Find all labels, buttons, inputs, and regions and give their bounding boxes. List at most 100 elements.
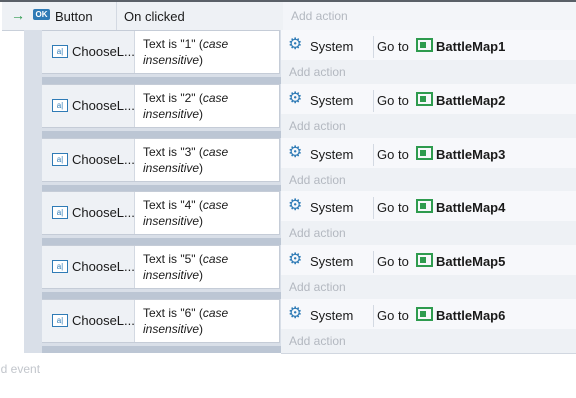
root-actions[interactable]: Add action: [283, 2, 576, 31]
action-row[interactable]: ⚙ System Go to BattleMap2: [281, 83, 576, 114]
sub-event-condition[interactable]: a| ChooseL... Text is "3" (case insensit…: [24, 137, 281, 192]
gear-icon: ⚙: [288, 251, 303, 269]
layout-icon: [416, 38, 433, 52]
action-target[interactable]: BattleMap6: [436, 308, 505, 323]
layout-icon: [416, 253, 433, 268]
condition-text-prefix: Text is "1" (: [143, 37, 203, 51]
condition-text-suffix: ): [199, 268, 204, 283]
action-object-label: System: [310, 39, 354, 54]
gear-icon: ⚙: [288, 89, 303, 107]
layout-icon: [416, 145, 433, 160]
condition-text-suffix: ): [199, 106, 204, 121]
action-object-label: System: [310, 200, 354, 216]
sub-event[interactable]: a| ChooseL... Text is "4" (case insensit…: [24, 191, 576, 247]
add-action-link[interactable]: Add action: [289, 280, 346, 294]
condition-object[interactable]: a| ChooseL...: [42, 138, 135, 181]
sub-event-condition[interactable]: a| ChooseL... Text is "4" (case insensit…: [24, 191, 281, 246]
action-object-label: System: [310, 308, 354, 323]
sub-event-actions[interactable]: ⚙ System Go to BattleMap6 Add action: [281, 299, 576, 354]
action-object[interactable]: ⚙ System: [287, 305, 374, 327]
textbox-icon: a|: [52, 45, 68, 58]
sub-event-actions[interactable]: ⚙ System Go to BattleMap5 Add action: [281, 245, 576, 301]
condition-block[interactable]: a| ChooseL... Text is "1" (case insensit…: [42, 30, 280, 74]
textbox-icon: a|: [52, 206, 68, 220]
add-action-link[interactable]: Add action: [289, 334, 346, 348]
textbox-icon: a|: [52, 152, 68, 166]
sub-event-actions[interactable]: ⚙ System Go to BattleMap4 Add action: [281, 191, 576, 247]
action-target[interactable]: BattleMap4: [436, 200, 505, 215]
condition-block[interactable]: a| ChooseL... Text is "4" (case insensit…: [42, 191, 280, 236]
sub-event-actions[interactable]: ⚙ System Go to BattleMap1 Add action: [281, 30, 576, 85]
condition-text[interactable]: Text is "1" (case insensitive): [143, 36, 278, 68]
sub-event[interactable]: a| ChooseL... Text is "3" (case insensit…: [24, 137, 576, 193]
condition-block[interactable]: a| ChooseL... Text is "6" (case insensit…: [42, 299, 280, 343]
add-action-link[interactable]: Add action: [291, 9, 348, 23]
sub-event[interactable]: a| ChooseL... Text is "6" (case insensit…: [24, 299, 576, 354]
action-object-label: System: [310, 146, 354, 162]
action-object[interactable]: ⚙ System: [287, 143, 374, 166]
action-row[interactable]: ⚙ System Go to BattleMap3: [281, 137, 576, 168]
condition-text[interactable]: Text is "2" (case insensitive): [143, 90, 278, 122]
action-object[interactable]: ⚙ System: [287, 36, 374, 58]
condition-text-prefix: Text is "5" (: [143, 252, 203, 267]
action-row[interactable]: ⚙ System Go to BattleMap5: [281, 245, 576, 276]
add-action-link[interactable]: Add action: [289, 119, 346, 133]
condition-object[interactable]: a| ChooseL...: [42, 246, 135, 289]
condition-text[interactable]: Text is "3" (case insensitive): [143, 144, 278, 176]
sub-event-condition[interactable]: a| ChooseL... Text is "6" (case insensit…: [24, 299, 281, 353]
add-event-link[interactable]: dd event: [0, 362, 40, 376]
condition-text-suffix: ): [199, 53, 204, 67]
sub-event[interactable]: a| ChooseL... Text is "5" (case insensit…: [24, 245, 576, 301]
condition-object-label: ChooseL...: [72, 205, 135, 221]
action-object[interactable]: ⚙ System: [287, 197, 374, 220]
action-row[interactable]: ⚙ System Go to BattleMap4: [281, 191, 576, 222]
ok-button-icon: OK: [33, 9, 50, 20]
condition-footer-bar: [42, 346, 281, 353]
gear-icon: ⚙: [288, 143, 303, 161]
condition-object[interactable]: a| ChooseL...: [42, 300, 135, 342]
action-verb: Go to: [377, 200, 409, 216]
root-event[interactable]: → OK Button On clicked Add action: [2, 2, 576, 31]
sub-event-condition[interactable]: a| ChooseL... Text is "1" (case insensit…: [24, 30, 281, 84]
gear-icon: ⚙: [288, 36, 303, 53]
action-object[interactable]: ⚙ System: [287, 89, 374, 112]
condition-object-label: ChooseL...: [72, 259, 135, 275]
condition-object-label: ChooseL...: [72, 313, 135, 328]
action-target[interactable]: BattleMap1: [436, 39, 505, 54]
condition-text-prefix: Text is "3" (: [143, 144, 203, 159]
sub-event[interactable]: a| ChooseL... Text is "1" (case insensit…: [24, 30, 576, 85]
condition-text-suffix: ): [199, 160, 204, 175]
add-action-link[interactable]: Add action: [289, 65, 346, 79]
condition-text-prefix: Text is "6" (: [143, 306, 203, 320]
condition-text[interactable]: Text is "4" (case insensitive): [143, 197, 278, 229]
condition-block[interactable]: a| ChooseL... Text is "2" (case insensit…: [42, 83, 280, 128]
sub-event-condition[interactable]: a| ChooseL... Text is "5" (case insensit…: [24, 245, 281, 300]
condition-text[interactable]: Text is "5" (case insensitive): [143, 251, 278, 283]
condition-block[interactable]: a| ChooseL... Text is "3" (case insensit…: [42, 137, 280, 182]
sub-event-actions[interactable]: ⚙ System Go to BattleMap2 Add action: [281, 83, 576, 139]
sub-event[interactable]: a| ChooseL... Text is "2" (case insensit…: [24, 83, 576, 139]
root-trigger-label[interactable]: On clicked: [124, 9, 185, 24]
condition-object[interactable]: a| ChooseL...: [42, 192, 135, 235]
root-condition-object[interactable]: → OK Button: [2, 2, 117, 30]
action-object[interactable]: ⚙ System: [287, 251, 374, 274]
action-row[interactable]: ⚙ System Go to BattleMap6: [281, 299, 576, 329]
action-row[interactable]: ⚙ System Go to BattleMap1: [281, 30, 576, 60]
sub-event-condition[interactable]: a| ChooseL... Text is "2" (case insensit…: [24, 83, 281, 138]
condition-text-suffix: ): [199, 214, 204, 229]
action-target[interactable]: BattleMap2: [436, 93, 505, 108]
textbox-icon: a|: [52, 98, 68, 112]
root-condition[interactable]: → OK Button On clicked: [2, 2, 283, 31]
layout-icon: [416, 91, 433, 106]
condition-block[interactable]: a| ChooseL... Text is "5" (case insensit…: [42, 245, 280, 290]
condition-object[interactable]: a| ChooseL...: [42, 31, 135, 73]
action-target[interactable]: BattleMap3: [436, 147, 505, 162]
add-action-link[interactable]: Add action: [289, 226, 346, 240]
action-target[interactable]: BattleMap5: [436, 254, 505, 269]
add-action-link[interactable]: Add action: [289, 173, 346, 187]
condition-text[interactable]: Text is "6" (case insensitive): [143, 305, 278, 337]
arrow-right-icon: →: [11, 7, 25, 23]
textbox-icon: a|: [52, 314, 68, 327]
sub-event-actions[interactable]: ⚙ System Go to BattleMap3 Add action: [281, 137, 576, 193]
condition-object[interactable]: a| ChooseL...: [42, 84, 135, 127]
